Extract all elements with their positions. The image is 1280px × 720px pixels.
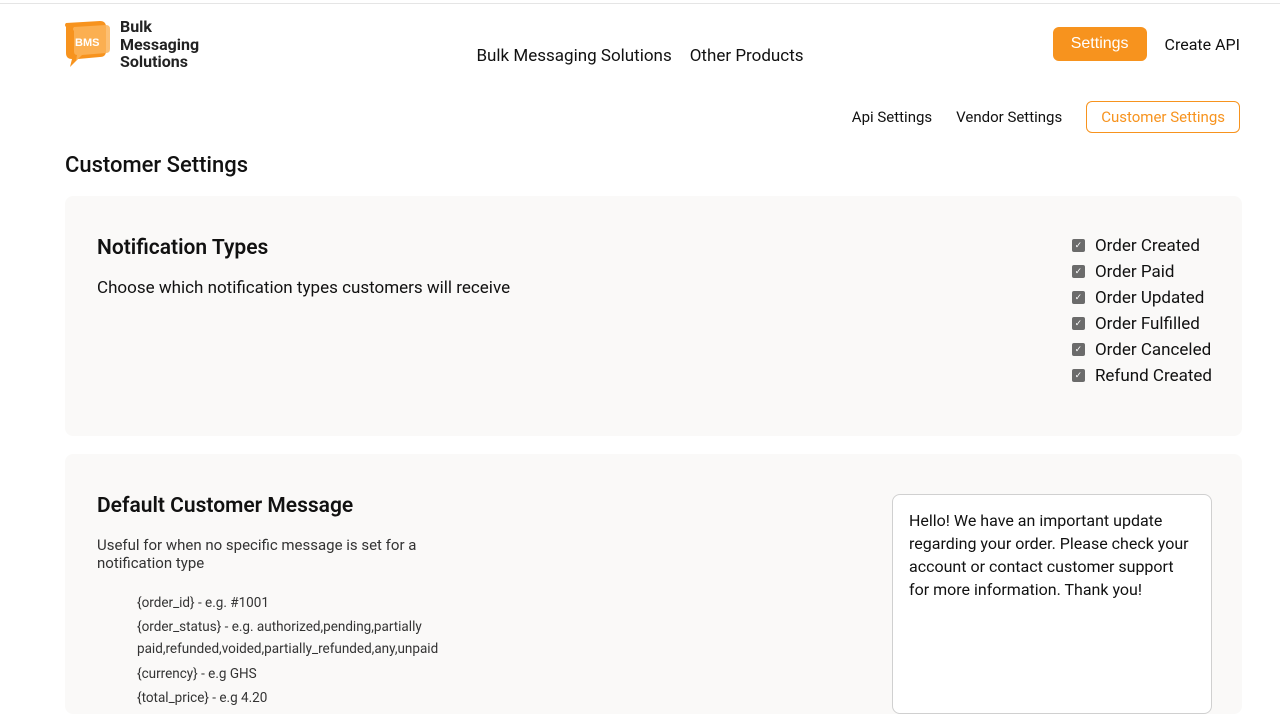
notif-panel-title: Notification Types <box>97 236 1072 260</box>
subnav-api-settings[interactable]: Api Settings <box>852 108 932 126</box>
checkbox-icon[interactable]: ✓ <box>1072 343 1085 356</box>
checkbox-icon[interactable]: ✓ <box>1072 239 1085 252</box>
nav-link-bms[interactable]: Bulk Messaging Solutions <box>476 46 671 66</box>
checkbox-icon[interactable]: ✓ <box>1072 369 1085 382</box>
topbar: BMS Bulk Messaging Solutions Bulk Messag… <box>0 4 1280 79</box>
nav-link-other[interactable]: Other Products <box>690 46 804 66</box>
notif-panel-desc: Choose which notification types customer… <box>97 278 1072 298</box>
svg-text:BMS: BMS <box>75 37 99 49</box>
check-row-order-updated[interactable]: ✓ Order Updated <box>1072 288 1212 308</box>
nav-center: Bulk Messaging Solutions Other Products <box>476 46 803 66</box>
placeholder-total-price: {total_price} - e.g 4.20 <box>137 687 457 709</box>
subnav-vendor-settings[interactable]: Vendor Settings <box>956 108 1062 126</box>
check-row-order-created[interactable]: ✓ Order Created <box>1072 236 1212 256</box>
check-label: Order Created <box>1095 236 1200 256</box>
subnav: Api Settings Vendor Settings Customer Se… <box>0 79 1280 137</box>
brand-logo[interactable]: BMS Bulk Messaging Solutions <box>60 18 199 71</box>
check-label: Refund Created <box>1095 366 1212 386</box>
check-label: Order Paid <box>1095 262 1174 282</box>
msg-panel-title: Default Customer Message <box>97 494 862 518</box>
placeholder-currency: {currency} - e.g GHS <box>137 663 457 685</box>
check-label: Order Canceled <box>1095 340 1211 360</box>
placeholders-list: {order_id} - e.g. #1001 {order_status} -… <box>97 592 457 709</box>
placeholder-order-id: {order_id} - e.g. #1001 <box>137 592 457 614</box>
msg-panel-desc: Useful for when no specific message is s… <box>97 536 417 572</box>
logo-text: Bulk Messaging Solutions <box>120 18 199 71</box>
notification-list: ✓ Order Created ✓ Order Paid ✓ Order Upd… <box>1072 236 1212 386</box>
notification-types-panel: Notification Types Choose which notifica… <box>65 196 1242 436</box>
logo-icon: BMS <box>60 19 112 69</box>
placeholder-order-status: {order_status} - e.g. authorized,pending… <box>137 616 457 661</box>
check-label: Order Fulfilled <box>1095 314 1200 334</box>
settings-button[interactable]: Settings <box>1053 27 1147 61</box>
check-label: Order Updated <box>1095 288 1204 308</box>
default-message-input[interactable]: Hello! We have an important update regar… <box>892 494 1212 714</box>
subnav-customer-settings[interactable]: Customer Settings <box>1086 101 1240 133</box>
page-title: Customer Settings <box>0 137 1280 196</box>
check-row-refund-created[interactable]: ✓ Refund Created <box>1072 366 1212 386</box>
checkbox-icon[interactable]: ✓ <box>1072 317 1085 330</box>
default-message-panel: Default Customer Message Useful for when… <box>65 454 1242 714</box>
create-api-link[interactable]: Create API <box>1165 35 1240 54</box>
check-row-order-fulfilled[interactable]: ✓ Order Fulfilled <box>1072 314 1212 334</box>
check-row-order-canceled[interactable]: ✓ Order Canceled <box>1072 340 1212 360</box>
checkbox-icon[interactable]: ✓ <box>1072 265 1085 278</box>
checkbox-icon[interactable]: ✓ <box>1072 291 1085 304</box>
check-row-order-paid[interactable]: ✓ Order Paid <box>1072 262 1212 282</box>
nav-right: Settings Create API <box>1053 27 1240 61</box>
